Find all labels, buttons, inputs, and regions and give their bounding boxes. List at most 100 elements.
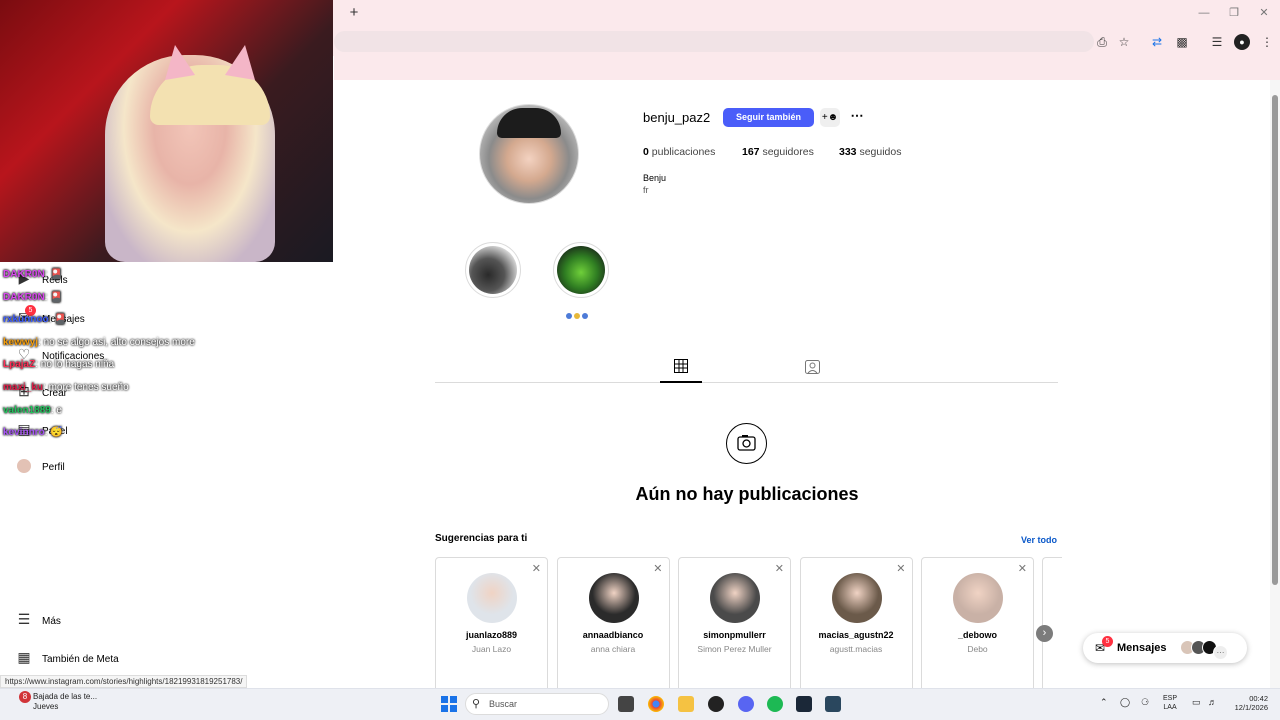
close-icon[interactable]: ✕ — [653, 562, 662, 575]
follow-back-button[interactable]: Seguir también — [723, 108, 814, 127]
suggestion-username[interactable]: annaadbianco — [558, 630, 669, 640]
weather-widget[interactable]: Bajada de las te... Jueves — [33, 692, 97, 712]
task-view-icon[interactable] — [618, 696, 634, 712]
language-indicator[interactable]: ESP LAA — [1163, 694, 1177, 712]
chat-line: kewwyj: no se algo asi, alto consejos mo… — [3, 336, 195, 350]
star-icon[interactable]: ☆ — [1116, 34, 1132, 50]
avatar[interactable] — [467, 573, 517, 623]
highlight-2[interactable] — [553, 242, 609, 298]
steam-icon[interactable] — [796, 696, 812, 712]
taskbar-search-label: Buscar — [489, 699, 518, 709]
profile-username: benju_paz2 — [643, 110, 711, 125]
suggestion-card[interactable]: ✕ macias_agustn22 agustt.macias — [799, 557, 913, 697]
chat-message: : 😴 — [44, 427, 63, 439]
spotify-icon[interactable] — [767, 696, 783, 712]
chat-username: kevinnro — [3, 427, 45, 439]
close-icon[interactable]: ✕ — [1018, 562, 1027, 575]
chevron-right-icon[interactable]: › — [1036, 625, 1053, 642]
sidebar-more-label: Más — [42, 616, 61, 627]
restore-button[interactable]: ❐ — [1227, 6, 1241, 20]
following-stat[interactable]: 333 seguidos — [839, 146, 901, 158]
microphone-icon[interactable]: ⚆ — [1141, 697, 1149, 708]
suggestions-title: Sugerencias para ti — [435, 533, 528, 544]
sidebar-meta-label: También de Meta — [42, 654, 119, 665]
chrome-icon[interactable] — [648, 696, 664, 712]
messages-label: Mensajes — [1117, 642, 1167, 654]
followers-stat[interactable]: 167 seguidores — [742, 146, 814, 158]
extensions-icon[interactable]: ▩ — [1174, 34, 1190, 50]
chat-username: LpajaZ — [3, 359, 36, 371]
search-icon: ⚲ — [472, 698, 481, 710]
taskbar-search[interactable] — [465, 693, 609, 715]
suggestion-username[interactable]: macias_agustn22 — [801, 630, 912, 640]
chat-line: maxi_ku: more tenes sueño — [3, 381, 129, 395]
suggestion-card[interactable]: ✕ juanlazo889 Juan Lazo — [435, 557, 548, 697]
close-icon[interactable]: ✕ — [532, 562, 541, 575]
suggestion-card[interactable]: ✕ _debowo Debo — [921, 557, 1034, 697]
clock[interactable]: 00:42 12/1/2026 — [1224, 694, 1268, 712]
new-tab-button[interactable]: + — [346, 5, 362, 21]
close-window-button[interactable]: ✕ — [1257, 6, 1271, 20]
chat-message: : 🎴 — [44, 269, 63, 280]
file-explorer-icon[interactable] — [678, 696, 694, 712]
close-icon[interactable]: ✕ — [896, 562, 905, 575]
discord-icon[interactable] — [738, 696, 754, 712]
windows-start-icon[interactable] — [441, 696, 457, 712]
sidebar-more[interactable]: ☰ Más — [16, 607, 61, 631]
avatar[interactable] — [588, 573, 639, 623]
chat-username: maxi_ku — [3, 382, 44, 393]
messages-badge: 5 — [1102, 636, 1113, 647]
chat-username: kewwyj — [3, 336, 39, 348]
suggestion-username[interactable]: juanlazo889 — [436, 630, 547, 640]
chat-message: : 🎴 — [48, 314, 67, 326]
app-icon[interactable] — [708, 696, 724, 712]
network-icon[interactable]: ◯ — [1120, 697, 1130, 708]
kebab-menu-icon[interactable]: ⋮ — [1259, 34, 1275, 50]
url-field[interactable] — [334, 31, 1094, 52]
tray-chevron-icon[interactable]: ⌃ — [1100, 697, 1108, 708]
suggestion-name: Debo — [967, 644, 988, 654]
tagged-icon[interactable] — [805, 359, 820, 374]
reading-list-icon[interactable]: ☰ — [1209, 34, 1225, 50]
install-app-icon[interactable]: ⎙ — [1094, 34, 1110, 50]
cat-ears-headset — [165, 45, 255, 80]
suggestion-name: Simon Perez Muller — [697, 644, 772, 654]
suggestion-username[interactable]: _debowo — [922, 630, 1033, 640]
avatar[interactable] — [710, 573, 760, 623]
highlight-1[interactable] — [465, 242, 521, 298]
volume-icon[interactable]: ♬ — [1208, 697, 1217, 707]
ellipsis-icon[interactable]: ⋯ — [848, 108, 866, 127]
close-icon[interactable]: ✕ — [775, 562, 784, 575]
grid-icon[interactable] — [674, 359, 688, 373]
suggestion-username[interactable]: simonpmullerr — [679, 630, 790, 640]
ellipsis-icon: ⋯ — [1213, 645, 1228, 660]
avatar[interactable] — [953, 573, 1003, 623]
translate-icon[interactable]: ⇄ — [1149, 34, 1165, 50]
chat-line: DAKR0N: 🎴 — [3, 291, 63, 305]
suggestion-card[interactable]: ✕ simonpmullerr Simon Perez Muller — [678, 557, 791, 697]
scrollbar-thumb[interactable] — [1272, 95, 1278, 585]
apps-grid-icon: ▦ — [17, 649, 31, 665]
avatar — [16, 453, 32, 477]
avatar[interactable] — [831, 573, 882, 623]
chat-message: : e — [50, 404, 62, 416]
display-icon[interactable]: ▭ — [1192, 697, 1201, 708]
empty-state-title: Aún no hay publicaciones — [635, 484, 859, 504]
messages-avatars: ⋯ — [1180, 640, 1236, 660]
sidebar-item-label: Perfil — [42, 462, 65, 473]
chat-username: valen1889 — [3, 404, 51, 416]
camera-icon — [726, 423, 767, 464]
sidebar-also-from-meta[interactable]: ▦ También de Meta — [16, 645, 119, 669]
profile-icon[interactable]: ● — [1234, 34, 1250, 50]
see-all-link[interactable]: Ver todo — [1021, 535, 1057, 545]
profile-bio: fr — [643, 185, 649, 195]
add-user-icon[interactable]: +☻ — [820, 108, 840, 127]
minimize-button[interactable]: — — [1197, 6, 1211, 20]
steam-icon[interactable] — [825, 696, 841, 712]
sidebar-item-profile[interactable]: Perfil — [16, 453, 65, 477]
chat-message: : 🎴 — [44, 291, 63, 303]
suggestion-name: anna chiara — [590, 644, 636, 654]
suggestion-name: agustt.macias — [829, 644, 883, 654]
suggestion-name: Juan Lazo — [471, 644, 512, 654]
suggestion-card[interactable]: ✕ annaadbianco anna chiara — [556, 557, 670, 697]
